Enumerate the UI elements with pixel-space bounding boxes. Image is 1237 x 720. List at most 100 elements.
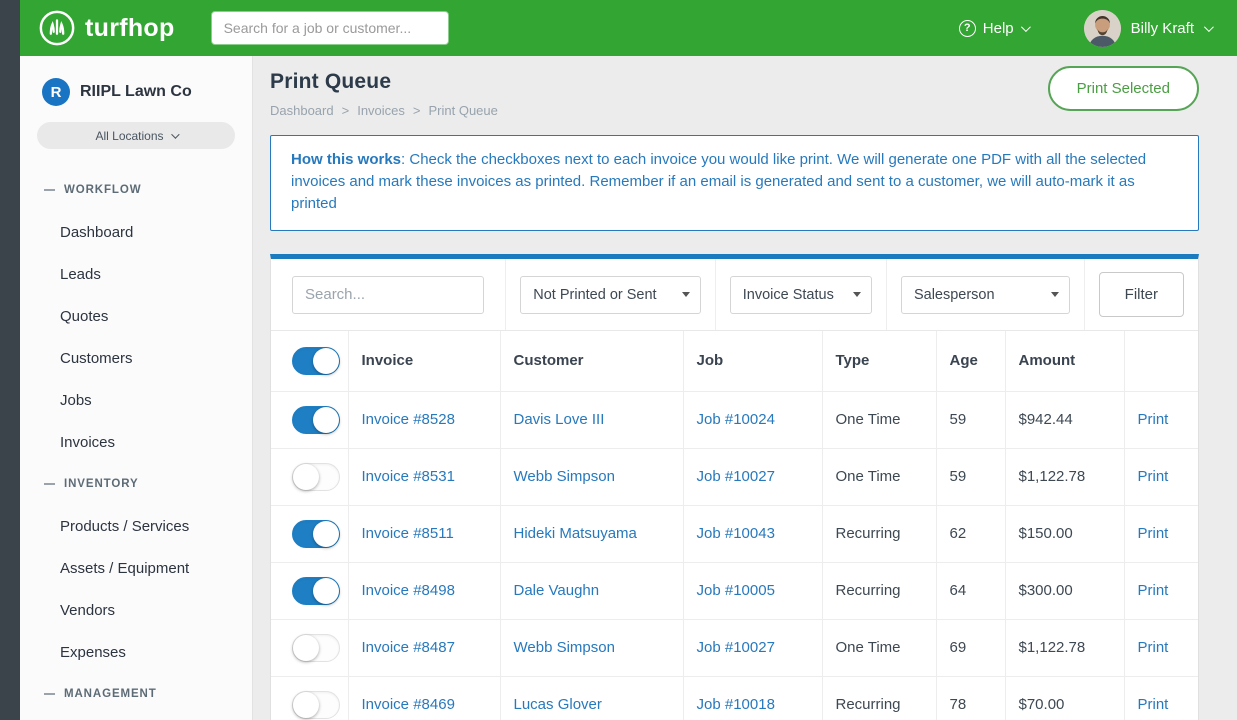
nav-section-label: INVENTORY xyxy=(64,478,139,490)
nav-section-header: INVENTORY xyxy=(20,463,252,505)
job-link[interactable]: Job #10018 xyxy=(697,696,775,713)
row-toggle-cell xyxy=(271,505,348,562)
table-row: Invoice #8487 Webb Simpson Job #10027 One T… xyxy=(271,619,1198,676)
customer-link[interactable]: Webb Simpson xyxy=(514,468,615,485)
toggle-knob xyxy=(313,521,339,547)
print-queue-card: Not Printed or Sent Invoice Status xyxy=(270,254,1199,720)
select-all-header-cell xyxy=(271,331,348,391)
table-row: Invoice #8469 Lucas Glover Job #10018 Recur… xyxy=(271,676,1198,720)
sidebar-item-invoices[interactable]: Invoices xyxy=(20,421,252,463)
table-row: Invoice #8498 Dale Vaughn Job #10005 Recurr… xyxy=(271,562,1198,619)
customer-link-cell: Webb Simpson xyxy=(500,448,683,505)
invoice-status-select[interactable]: Invoice Status xyxy=(730,276,872,314)
row-select-toggle[interactable] xyxy=(292,577,340,605)
help-menu[interactable]: ? Help xyxy=(959,20,1028,37)
sidebar-item-products-services[interactable]: Products / Services xyxy=(20,505,252,547)
print-link[interactable]: Print xyxy=(1138,468,1169,485)
breadcrumb-item[interactable]: Invoices xyxy=(357,103,405,118)
print-link-cell: Print xyxy=(1124,505,1198,562)
chevron-down-icon xyxy=(1021,22,1031,32)
row-select-toggle[interactable] xyxy=(292,463,340,491)
toggle-knob xyxy=(293,464,319,490)
row-select-toggle[interactable] xyxy=(292,634,340,662)
print-link-cell: Print xyxy=(1124,391,1198,448)
invoice-link[interactable]: Invoice #8487 xyxy=(362,639,455,656)
invoice-link[interactable]: Invoice #8511 xyxy=(362,525,454,542)
table-row: Invoice #8531 Webb Simpson Job #10027 One T… xyxy=(271,448,1198,505)
breadcrumb-item[interactable]: Dashboard xyxy=(270,103,334,118)
chevron-down-icon xyxy=(1204,22,1214,32)
sidebar-item-expenses[interactable]: Expenses xyxy=(20,631,252,673)
print-link[interactable]: Print xyxy=(1138,639,1169,656)
sidebar-item-dashboard[interactable]: Dashboard xyxy=(20,211,252,253)
chevron-down-icon xyxy=(171,130,179,138)
job-link[interactable]: Job #10024 xyxy=(697,411,775,428)
breadcrumb-separator: > xyxy=(413,103,421,118)
print-link[interactable]: Print xyxy=(1138,696,1169,713)
info-box-text: : Check the checkboxes next to each invo… xyxy=(291,151,1146,212)
printed-filter-value: Not Printed or Sent xyxy=(533,287,656,303)
row-age: 64 xyxy=(936,562,1005,619)
job-link[interactable]: Job #10043 xyxy=(697,525,775,542)
sidebar-item-quotes[interactable]: Quotes xyxy=(20,295,252,337)
section-dash-icon xyxy=(44,693,55,695)
customer-link-cell: Hideki Matsuyama xyxy=(500,505,683,562)
invoice-link-cell: Invoice #8511 xyxy=(348,505,500,562)
invoice-link[interactable]: Invoice #8498 xyxy=(362,582,455,599)
turfhop-logo[interactable]: turfhop xyxy=(38,9,175,47)
global-search-input[interactable] xyxy=(211,11,449,45)
print-link-cell: Print xyxy=(1124,619,1198,676)
nav-section-label: MANAGEMENT xyxy=(64,688,157,700)
customer-link[interactable]: Dale Vaughn xyxy=(514,582,600,599)
print-selected-button[interactable]: Print Selected xyxy=(1048,66,1199,111)
row-type: One Time xyxy=(822,448,936,505)
customer-link[interactable]: Webb Simpson xyxy=(514,639,615,656)
user-menu[interactable]: Billy Kraft xyxy=(1084,10,1211,47)
row-type: One Time xyxy=(822,391,936,448)
filter-button[interactable]: Filter xyxy=(1099,272,1184,317)
customer-link-cell: Lucas Glover xyxy=(500,676,683,720)
sidebar-nav: WORKFLOWDashboardLeadsQuotesCustomersJob… xyxy=(20,169,252,720)
main-content: Print Queue Dashboard>Invoices>Print Que… xyxy=(253,56,1237,720)
select-all-toggle[interactable] xyxy=(292,347,340,375)
job-link[interactable]: Job #10027 xyxy=(697,468,775,485)
app-root: turfhop ? Help Billy xyxy=(0,0,1237,720)
sidebar-item-assets-equipment[interactable]: Assets / Equipment xyxy=(20,547,252,589)
print-link[interactable]: Print xyxy=(1138,411,1169,428)
customer-link[interactable]: Hideki Matsuyama xyxy=(514,525,637,542)
customer-link[interactable]: Davis Love III xyxy=(514,411,605,428)
body-row: R RIIPL Lawn Co All Locations WORKFLOWDa… xyxy=(20,56,1237,720)
sidebar-item-vendors[interactable]: Vendors xyxy=(20,589,252,631)
sidebar-item-leads[interactable]: Leads xyxy=(20,253,252,295)
customer-link-cell: Dale Vaughn xyxy=(500,562,683,619)
nav-section-header: REPORTS xyxy=(20,715,252,720)
row-select-toggle[interactable] xyxy=(292,406,340,434)
table-search-input[interactable] xyxy=(292,276,484,314)
invoice-link[interactable]: Invoice #8528 xyxy=(362,411,455,428)
locations-dropdown[interactable]: All Locations xyxy=(37,122,235,149)
job-link-cell: Job #10005 xyxy=(683,562,822,619)
printed-filter-select[interactable]: Not Printed or Sent xyxy=(520,276,700,314)
sidebar-item-jobs[interactable]: Jobs xyxy=(20,379,252,421)
job-link-cell: Job #10018 xyxy=(683,676,822,720)
job-link[interactable]: Job #10027 xyxy=(697,639,775,656)
print-link[interactable]: Print xyxy=(1138,525,1169,542)
row-toggle-cell xyxy=(271,448,348,505)
invoice-link[interactable]: Invoice #8469 xyxy=(362,696,455,713)
row-select-toggle[interactable] xyxy=(292,691,340,719)
print-link[interactable]: Print xyxy=(1138,582,1169,599)
invoice-link-cell: Invoice #8487 xyxy=(348,619,500,676)
row-type: Recurring xyxy=(822,676,936,720)
job-link[interactable]: Job #10005 xyxy=(697,582,775,599)
turfhop-logo-icon xyxy=(38,9,76,47)
customer-link[interactable]: Lucas Glover xyxy=(514,696,602,713)
nav-section-header: MANAGEMENT xyxy=(20,673,252,715)
info-box-title: How this works xyxy=(291,151,401,168)
row-select-toggle[interactable] xyxy=(292,520,340,548)
row-type: One Time xyxy=(822,619,936,676)
invoice-link[interactable]: Invoice #8531 xyxy=(362,468,455,485)
row-type: Recurring xyxy=(822,562,936,619)
row-amount: $70.00 xyxy=(1005,676,1124,720)
salesperson-select[interactable]: Salesperson xyxy=(901,276,1070,314)
sidebar-item-customers[interactable]: Customers xyxy=(20,337,252,379)
